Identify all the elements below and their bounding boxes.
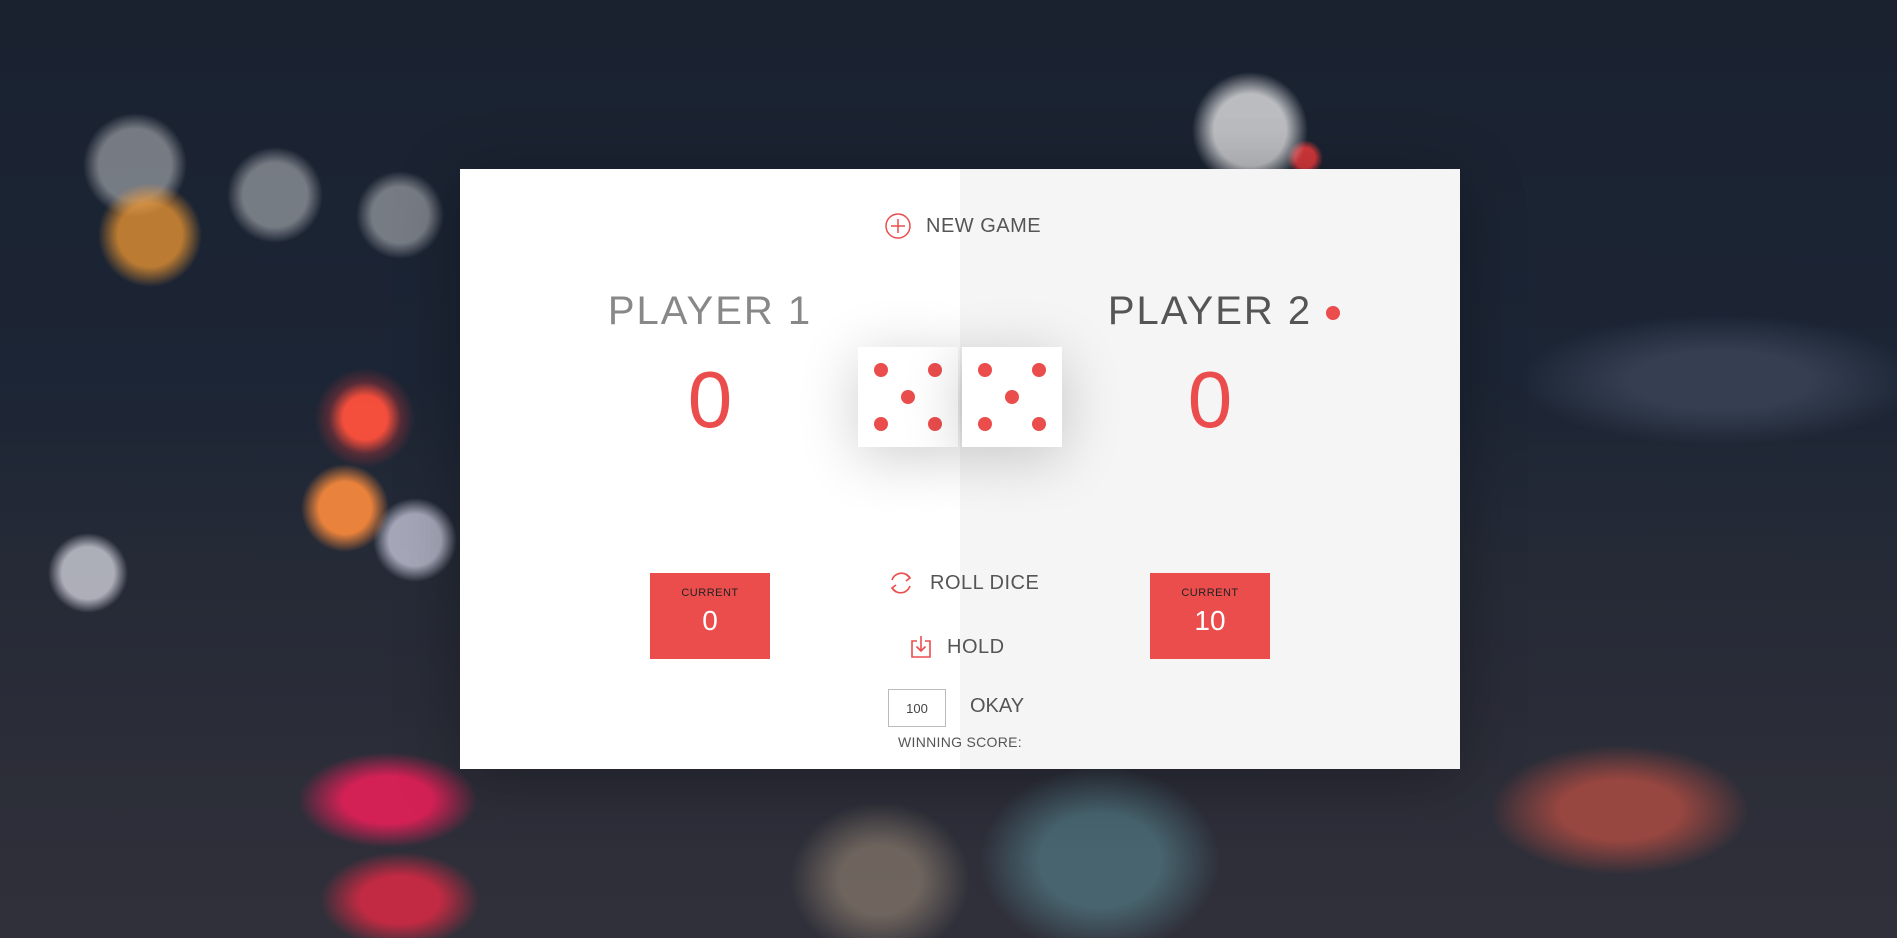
- winning-score-input[interactable]: [888, 689, 946, 727]
- active-player-dot-icon: [1326, 306, 1340, 320]
- new-game-label: NEW GAME: [926, 214, 1042, 237]
- player-1-score: 0: [687, 355, 733, 444]
- dice-1: [858, 347, 958, 447]
- player-2-score: 0: [1187, 355, 1233, 444]
- player-2-current-box: CURRENT 10: [1150, 573, 1270, 659]
- dice-pip: [874, 363, 888, 377]
- dice-pip: [874, 417, 888, 431]
- dice-pip: [978, 417, 992, 431]
- okay-button[interactable]: OKAY: [970, 695, 1024, 718]
- player-1-name: PLAYER 1: [607, 289, 813, 333]
- player-2-current-value: 10: [1194, 605, 1226, 636]
- roll-dice-button[interactable]: ROLL DICE: [886, 568, 1039, 598]
- player-1-current-box: CURRENT 0: [650, 573, 770, 659]
- dice-2: [962, 347, 1062, 447]
- dice-pip: [978, 363, 992, 377]
- hold-button[interactable]: HOLD: [909, 634, 1005, 660]
- roll-dice-label: ROLL DICE: [930, 571, 1040, 594]
- dice-pip: [1005, 390, 1019, 404]
- dice-pip: [901, 390, 915, 404]
- dice-pip: [928, 363, 942, 377]
- hold-label: HOLD: [947, 635, 1005, 658]
- refresh-icon: [886, 568, 916, 598]
- game-panel: NEW GAME PLAYER 1 0 PLAYER 2 0 CURRENT 0…: [460, 169, 1460, 769]
- dice-pip: [1032, 363, 1046, 377]
- player-2-current-label: CURRENT: [1181, 587, 1239, 599]
- winning-score-label: WINNING SCORE:: [898, 734, 1022, 750]
- new-game-button[interactable]: NEW GAME: [884, 212, 1041, 240]
- dice-pip: [1032, 417, 1046, 431]
- download-icon: [909, 634, 933, 660]
- plus-circle-icon: [884, 212, 912, 240]
- dice-pip: [928, 417, 942, 431]
- player-2-name: PLAYER 2: [1107, 289, 1313, 333]
- player-1-current-label: CURRENT: [681, 587, 739, 599]
- player-1-current-value: 0: [702, 605, 718, 636]
